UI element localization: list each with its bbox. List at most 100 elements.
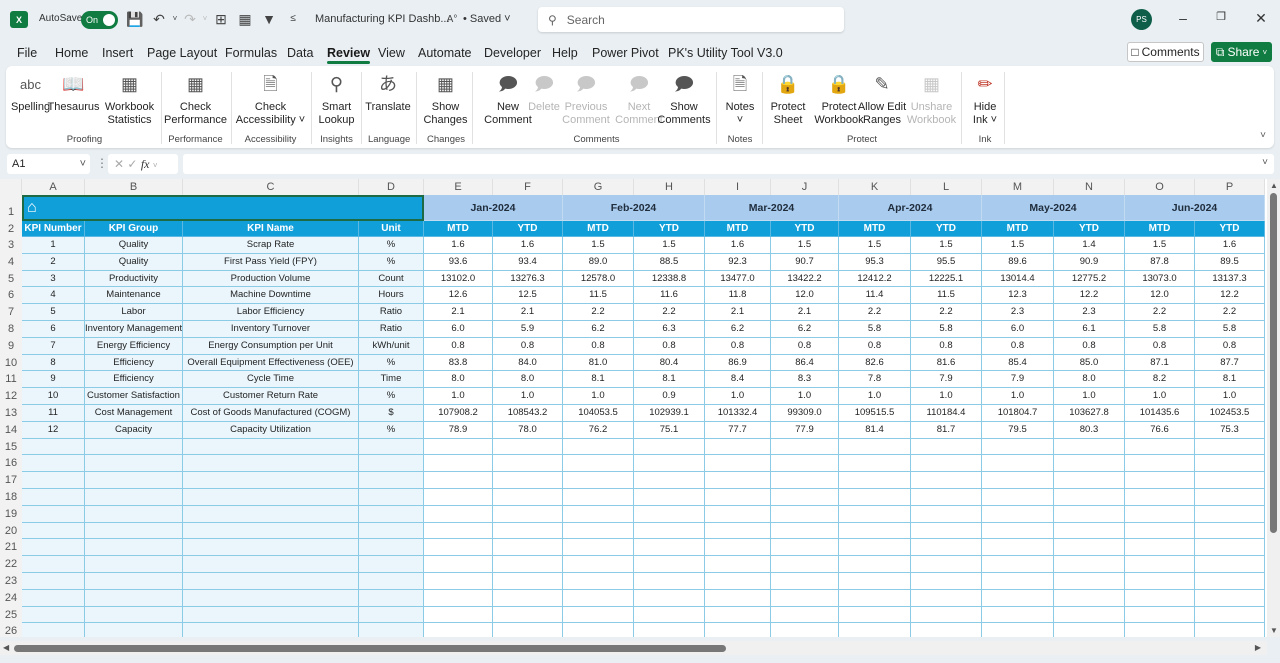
allow-edit-ranges-button[interactable]: ✎ Allow Edit Ranges [857, 70, 907, 127]
empty-cell[interactable] [839, 573, 911, 590]
kpi-name[interactable]: Labor Efficiency [183, 304, 359, 321]
empty-cell[interactable] [1195, 472, 1265, 489]
kpi-value[interactable]: 99309.0 [771, 405, 839, 422]
empty-cell[interactable] [22, 573, 85, 590]
empty-cell[interactable] [1125, 623, 1195, 637]
kpi-value[interactable]: 8.3 [771, 371, 839, 389]
column-header-i[interactable]: I [705, 179, 771, 195]
empty-cell[interactable] [1054, 489, 1125, 506]
kpi-value[interactable]: 0.8 [493, 337, 563, 355]
empty-cell[interactable] [705, 539, 771, 557]
empty-cell[interactable] [1195, 606, 1265, 624]
empty-cell[interactable] [982, 505, 1054, 523]
column-header-a[interactable]: A [22, 179, 85, 195]
row-header-22[interactable]: 22 [0, 556, 22, 573]
kpi-value[interactable]: 87.8 [1125, 253, 1195, 271]
column-header-n[interactable]: N [1054, 179, 1125, 195]
empty-cell[interactable] [771, 539, 839, 557]
formula-input[interactable]: ˅ [183, 154, 1274, 174]
borders-icon[interactable]: ⊞ [212, 10, 230, 28]
kpi-value[interactable]: 12.0 [771, 287, 839, 305]
empty-cell[interactable] [839, 438, 911, 456]
kpi-value[interactable]: 12.6 [424, 287, 493, 305]
kpi-value[interactable]: 1.0 [493, 388, 563, 405]
empty-cell[interactable] [982, 455, 1054, 473]
kpi-value[interactable]: 13422.2 [771, 270, 839, 288]
home-icon[interactable]: ⌂ [27, 199, 37, 216]
row-header-24[interactable]: 24 [0, 589, 22, 607]
empty-cell[interactable] [22, 606, 85, 624]
kpi-value[interactable]: 78.0 [493, 421, 563, 439]
kpi-value[interactable]: 8.2 [1125, 371, 1195, 389]
kpi-value[interactable]: 75.1 [634, 421, 705, 439]
empty-cell[interactable] [22, 489, 85, 506]
tab-page-layout[interactable]: Page Layout [147, 46, 217, 60]
worksheet-grid[interactable]: A B C D E F G H I J K L M N O P 1 2 3 4 5 6 7 8 9 10 11 12 13 14 15 16 1… [0, 179, 1267, 637]
column-header-d[interactable]: D [359, 179, 424, 195]
empty-cell[interactable] [183, 522, 359, 540]
empty-cell[interactable] [839, 556, 911, 573]
empty-cell[interactable] [1195, 589, 1265, 607]
search-box[interactable]: ⚲ Search [538, 7, 844, 32]
empty-cell[interactable] [1195, 438, 1265, 456]
empty-cell[interactable] [911, 623, 982, 637]
horizontal-scroll-thumb[interactable] [14, 645, 726, 652]
kpi-value[interactable]: 2.2 [563, 304, 634, 321]
kpi-value[interactable]: 13014.4 [982, 270, 1054, 288]
column-header-e[interactable]: E [424, 179, 493, 195]
period-header[interactable]: YTD [493, 221, 563, 237]
spelling-button[interactable]: abc Spelling [11, 70, 50, 114]
kpi-number[interactable]: 6 [22, 321, 85, 338]
empty-cell[interactable] [1125, 606, 1195, 624]
empty-cell[interactable] [1195, 455, 1265, 473]
check-accessibility-button[interactable]: 🗎 Check Accessibility ˅ [235, 70, 306, 127]
kpi-value[interactable]: 5.8 [1125, 321, 1195, 338]
column-header-g[interactable]: G [563, 179, 634, 195]
save-status[interactable]: • Saved ˅ [463, 13, 511, 25]
kpi-value[interactable]: 2.1 [424, 304, 493, 321]
period-header[interactable]: YTD [911, 221, 982, 237]
empty-cell[interactable] [424, 505, 493, 523]
kpi-value[interactable]: 11.6 [634, 287, 705, 305]
column-header-k[interactable]: K [839, 179, 911, 195]
kpi-value[interactable]: 0.8 [634, 337, 705, 355]
empty-cell[interactable] [634, 623, 705, 637]
empty-cell[interactable] [1125, 472, 1195, 489]
collapse-ribbon-icon[interactable]: ˅ [1260, 130, 1266, 141]
smart-lookup-button[interactable]: ⚲ Smart Lookup [318, 70, 355, 127]
empty-cell[interactable] [424, 455, 493, 473]
empty-cell[interactable] [771, 438, 839, 456]
empty-cell[interactable] [183, 539, 359, 557]
empty-cell[interactable] [911, 455, 982, 473]
row-header-23[interactable]: 23 [0, 573, 22, 590]
kpi-value[interactable]: 102939.1 [634, 405, 705, 422]
name-box[interactable]: A1 ˅ [7, 154, 90, 174]
kpi-value[interactable]: 81.0 [563, 354, 634, 372]
empty-cell[interactable] [183, 472, 359, 489]
tab-review[interactable]: Review [327, 46, 371, 64]
kpi-value[interactable]: 81.7 [911, 421, 982, 439]
kpi-value[interactable]: 87.7 [1195, 354, 1265, 372]
kpi-number[interactable]: 12 [22, 421, 85, 439]
kpi-value[interactable]: 1.4 [1054, 237, 1125, 254]
empty-cell[interactable] [563, 589, 634, 607]
kpi-value[interactable]: 2.1 [771, 304, 839, 321]
empty-cell[interactable] [1054, 522, 1125, 540]
minimize-icon[interactable]: – [1173, 10, 1193, 26]
kpi-value[interactable]: 1.5 [771, 237, 839, 254]
empty-cell[interactable] [359, 438, 424, 456]
kpi-value[interactable]: 8.4 [705, 371, 771, 389]
empty-cell[interactable] [1125, 522, 1195, 540]
empty-cell[interactable] [705, 589, 771, 607]
empty-cell[interactable] [1054, 438, 1125, 456]
empty-cell[interactable] [85, 573, 183, 590]
month-header[interactable]: Mar-2024 [705, 195, 839, 221]
close-icon[interactable]: ✕ [1251, 10, 1271, 27]
empty-cell[interactable] [563, 623, 634, 637]
row-header-13[interactable]: 13 [0, 405, 22, 422]
kpi-unit[interactable]: Count [359, 270, 424, 288]
kpi-name[interactable]: Production Volume [183, 270, 359, 288]
kpi-value[interactable]: 101804.7 [982, 405, 1054, 422]
empty-cell[interactable] [183, 489, 359, 506]
empty-cell[interactable] [85, 539, 183, 557]
